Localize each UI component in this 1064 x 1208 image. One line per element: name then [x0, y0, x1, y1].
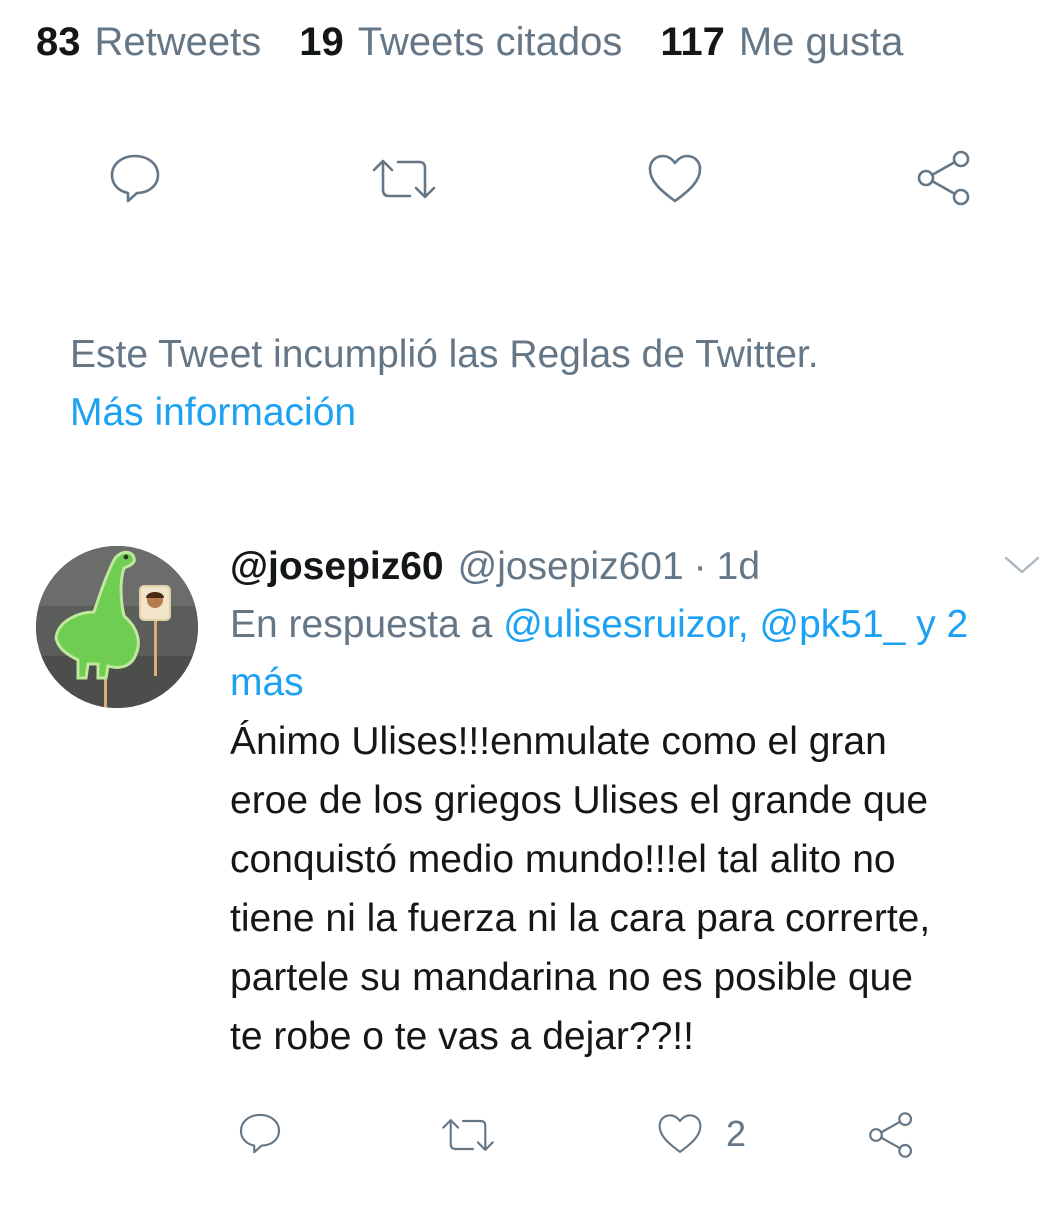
retweets-count: 83 — [36, 19, 81, 64]
retweet-button[interactable] — [440, 1114, 496, 1156]
likes-count: 117 — [660, 19, 725, 64]
retweets-stat[interactable]: 83 Retweets — [36, 20, 261, 65]
reply-icon — [110, 154, 160, 203]
main-action-bar — [0, 148, 1064, 212]
display-name[interactable]: @josepiz60 — [230, 545, 444, 588]
share-button[interactable] — [866, 1110, 916, 1160]
user-handle[interactable]: @josepiz601 — [458, 545, 684, 588]
avatar[interactable] — [36, 546, 198, 708]
rules-violation-notice: Este Tweet incumplió las Reglas de Twitt… — [70, 326, 819, 442]
engagement-stats: 83 Retweets 19 Tweets citados 117 Me gus… — [36, 14, 941, 70]
share-icon — [869, 1112, 913, 1158]
reply-context: En respuesta a @ulisesruizor, @pk51_ y 2… — [230, 596, 1030, 712]
retweets-label: Retweets — [94, 19, 262, 64]
notice-text: Este Tweet incumplió las Reglas de Twitt… — [70, 333, 819, 376]
quotes-label: Tweets citados — [357, 19, 623, 64]
tweet-time: 1d — [716, 545, 761, 588]
like-button[interactable] — [646, 152, 704, 206]
reply-action-bar: 2 — [0, 1108, 1064, 1164]
retweet-icon — [372, 159, 436, 199]
likes-label: Me gusta — [738, 19, 904, 64]
quotes-stat[interactable]: 19 Tweets citados — [299, 20, 622, 65]
likes-stat[interactable]: 117 Me gusta — [660, 20, 903, 65]
avatar-image — [36, 546, 198, 708]
tweet-text: Ánimo Ulises!!!enmulate como el gran ero… — [230, 720, 931, 1058]
reply-button[interactable] — [236, 1110, 284, 1158]
retweet-button[interactable] — [370, 154, 438, 204]
reply-prefix: En respuesta a — [230, 603, 493, 646]
heart-icon — [648, 154, 702, 203]
reply-tweet[interactable]: @josepiz60 @josepiz601 · 1d En respuesta a … — [230, 538, 1030, 1066]
reply-icon — [239, 1113, 281, 1154]
retweet-icon — [442, 1119, 494, 1151]
quotes-count: 19 — [299, 19, 344, 64]
share-icon — [917, 150, 970, 206]
reply-button[interactable] — [106, 150, 164, 208]
like-count: 2 — [726, 1113, 747, 1154]
share-button[interactable] — [914, 148, 974, 208]
reply-header: @josepiz60 @josepiz601 · 1d — [230, 538, 1030, 596]
like-button[interactable]: 2 — [656, 1112, 746, 1156]
heart-icon — [658, 1114, 702, 1153]
more-info-link[interactable]: Más información — [70, 384, 819, 442]
separator: · — [693, 545, 707, 588]
